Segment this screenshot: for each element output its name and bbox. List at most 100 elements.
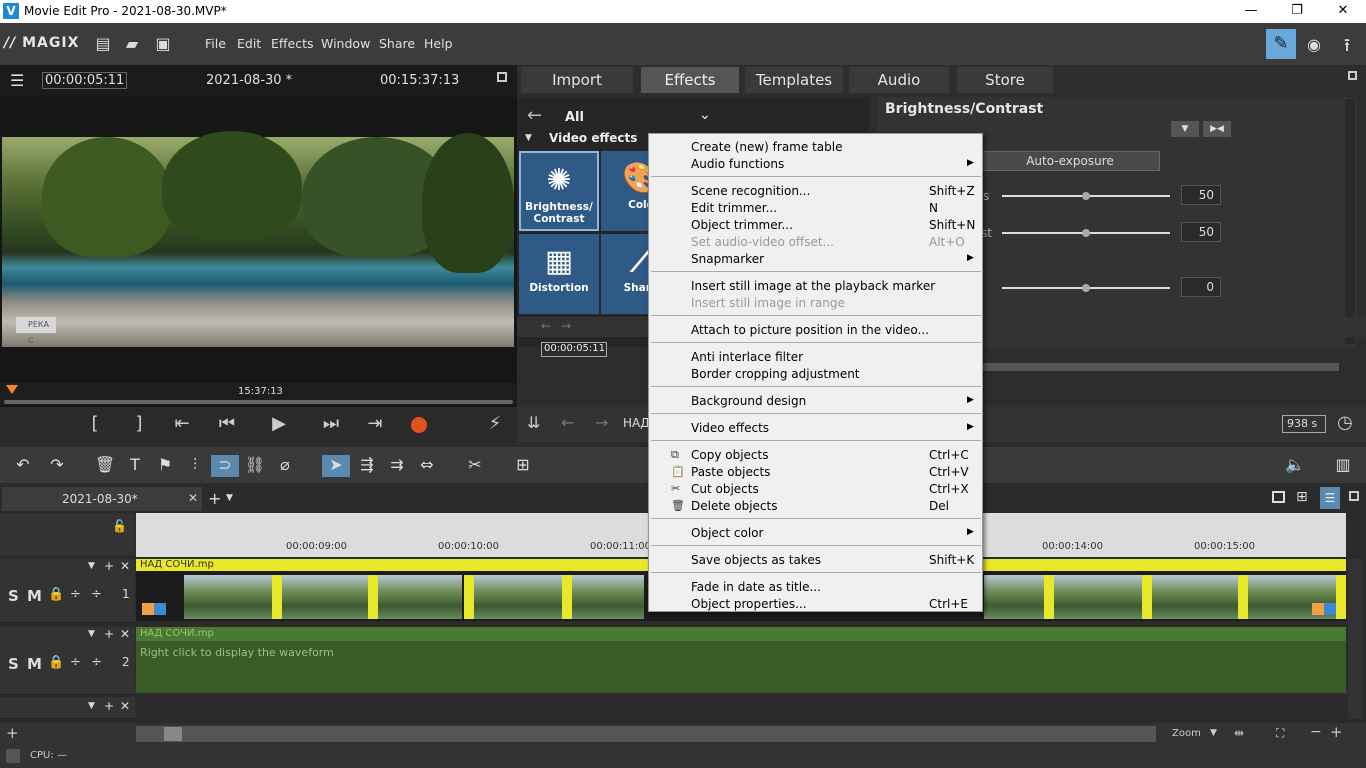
effect-range-bar[interactable] — [983, 363, 1339, 371]
tab-audio[interactable]: Audio — [849, 67, 949, 93]
zoom-fit-icon[interactable]: ⇹ — [1234, 726, 1244, 740]
track-close-icon[interactable]: ✕ — [120, 627, 130, 641]
tab-dropdown-icon[interactable]: ▼ — [226, 493, 233, 503]
track-close-icon[interactable]: ✕ — [120, 699, 130, 713]
solo-button[interactable]: S — [8, 655, 19, 673]
record-icon[interactable] — [411, 417, 427, 433]
track-menu-icon[interactable]: ▼ — [88, 629, 95, 639]
context-menu-item[interactable]: Cut objects Ctrl+X ✂ — [649, 480, 982, 497]
auto-exposure-button[interactable]: Auto-exposure — [980, 151, 1160, 171]
context-menu-item[interactable]: Object properties... Ctrl+E — [649, 595, 982, 612]
clock-icon[interactable]: ◷ — [1337, 412, 1353, 433]
audio-track[interactable]: НАД СОЧИ.mp Right click to display the w… — [136, 627, 1346, 693]
contrast-value[interactable]: 50 — [1181, 222, 1221, 242]
panel-maximize-icon[interactable] — [1348, 71, 1357, 80]
brightness-value[interactable]: 50 — [1181, 185, 1221, 205]
scrub-bar[interactable]: 15:37:13 — [0, 383, 517, 405]
track-fold-icon[interactable]: ÷ — [91, 655, 102, 670]
context-menu-item[interactable]: Paste objects Ctrl+V 📋 — [649, 463, 982, 480]
minimize-button[interactable]: — — [1228, 0, 1274, 23]
category-label[interactable]: All — [565, 110, 584, 125]
track-menu-icon[interactable]: ▼ — [88, 561, 95, 571]
context-menu-item[interactable]: Attach to picture position in the video.… — [649, 321, 982, 338]
redo-icon[interactable]: ↷ — [46, 455, 68, 477]
restore-button[interactable]: ❐ — [1274, 0, 1320, 23]
tab-import[interactable]: Import — [521, 67, 633, 93]
stretch-icon[interactable]: ⇔ — [416, 455, 438, 477]
effect-tile-distortion[interactable]: ▦ Distortion — [519, 234, 599, 314]
double-chevron-icon[interactable]: ⇊ — [527, 413, 540, 432]
menu-edit[interactable]: Edit — [237, 36, 261, 51]
timeline-view-icon[interactable]: ☰ — [1320, 487, 1340, 509]
track-fold-icon[interactable]: ÷ — [91, 587, 102, 602]
timeline-maximize-icon[interactable] — [1349, 491, 1359, 501]
unlink-icon[interactable]: ⌀ — [274, 455, 296, 477]
forward-icon[interactable]: → — [595, 413, 608, 432]
mixer-icon[interactable]: ▥ — [1332, 455, 1354, 477]
hamburger-icon[interactable]: ☰ — [10, 71, 24, 90]
disc-icon[interactable]: ◉ — [1305, 35, 1323, 55]
split-scene-icon[interactable]: ⫶ — [184, 455, 206, 477]
pointer-icon[interactable]: ➤ — [322, 455, 350, 477]
scissors-icon[interactable]: ✂ — [464, 455, 486, 477]
menu-file[interactable]: File — [205, 36, 226, 51]
context-menu-item[interactable]: Snapmarker ▶ — [649, 250, 982, 267]
track-lock-icon[interactable]: 🔒 — [48, 587, 64, 602]
go-to-start-icon[interactable]: ⇤ — [167, 413, 197, 434]
lock-icon[interactable]: 🔓 — [112, 519, 127, 533]
properties-scrollbar[interactable] — [1345, 99, 1355, 344]
track-close-icon[interactable]: ✕ — [120, 559, 130, 573]
project-tab[interactable]: 2021-08-30* ✕ — [2, 487, 202, 511]
effect-tile-brightness[interactable]: ✺ Brightness/ Contrast — [519, 151, 599, 231]
context-menu-item[interactable]: Scene recognition... Shift+Z — [649, 182, 982, 199]
text-icon[interactable]: T — [124, 455, 146, 477]
track-add-icon[interactable]: + — [104, 559, 114, 573]
multi-pointer-icon[interactable]: ⇶ — [356, 455, 378, 477]
insert-icon[interactable]: ⊞ — [512, 455, 534, 477]
previous-icon[interactable]: ⏮ — [212, 413, 242, 434]
context-menu-item[interactable]: Delete objects Del 🗑 — [649, 497, 982, 514]
context-menu-item[interactable]: Create (new) frame table — [649, 138, 982, 155]
delete-icon[interactable]: 🗑 — [94, 455, 116, 477]
fade-out-handle-2[interactable] — [1324, 603, 1336, 615]
add-tab-button[interactable]: + — [208, 489, 221, 508]
menu-window[interactable]: Window — [321, 36, 370, 51]
speaker-icon[interactable]: 🔈 — [1284, 455, 1306, 477]
new-file-icon[interactable]: ▤ — [94, 34, 112, 54]
context-menu-item[interactable]: Fade in date as title... — [649, 578, 982, 595]
playhead-marker[interactable] — [6, 385, 18, 394]
menu-effects[interactable]: Effects — [271, 36, 314, 51]
chevron-down-icon[interactable]: ⌄ — [699, 107, 711, 123]
track-height-icon[interactable]: ÷ — [70, 587, 81, 602]
split-icon[interactable]: ▶◀ — [1203, 121, 1231, 137]
close-button[interactable]: ✕ — [1320, 0, 1366, 23]
link-icon[interactable]: ⛓ — [244, 455, 266, 477]
pen-tool-button[interactable]: ✎ — [1266, 29, 1296, 59]
mark-in-button[interactable]: [ — [80, 413, 110, 434]
back-icon[interactable]: ← — [561, 413, 574, 432]
zoom-out-icon[interactable]: − — [1310, 724, 1322, 740]
vertical-scrollbar[interactable] — [1348, 559, 1362, 719]
effect-time[interactable]: 00:00:05:11 — [541, 342, 607, 357]
fade-out-handle[interactable] — [1312, 603, 1324, 615]
tab-templates[interactable]: Templates — [745, 67, 843, 93]
context-menu-item[interactable]: Copy objects Ctrl+C ⧉ — [649, 446, 982, 463]
track-menu-icon[interactable]: ▼ — [88, 701, 95, 711]
collapse-triangle-icon[interactable]: ▼ — [525, 133, 532, 143]
context-menu-item[interactable]: Anti interlace filter — [649, 348, 982, 365]
single-view-icon[interactable] — [1272, 491, 1285, 503]
menu-share[interactable]: Share — [379, 36, 415, 51]
add-track-icon[interactable]: + — [6, 724, 19, 742]
back-arrow-icon[interactable]: ← — [527, 105, 542, 126]
fade-in-handle[interactable] — [142, 603, 154, 615]
track-height-icon[interactable]: ÷ — [70, 655, 81, 670]
undo-icon[interactable]: ↶ — [12, 455, 34, 477]
context-menu-item[interactable]: Save objects as takes Shift+K — [649, 551, 982, 568]
go-to-end-icon[interactable]: ⇥ — [360, 413, 390, 434]
save-icon[interactable]: ▣ — [154, 34, 172, 54]
gamma-slider[interactable] — [1002, 284, 1170, 292]
context-menu-item[interactable]: Object color ▶ — [649, 524, 982, 541]
track-lock-icon[interactable]: 🔒 — [48, 655, 64, 670]
storyboard-icon[interactable]: ⊞ — [1296, 489, 1308, 505]
redo-arrow-icon[interactable]: → — [561, 319, 571, 333]
